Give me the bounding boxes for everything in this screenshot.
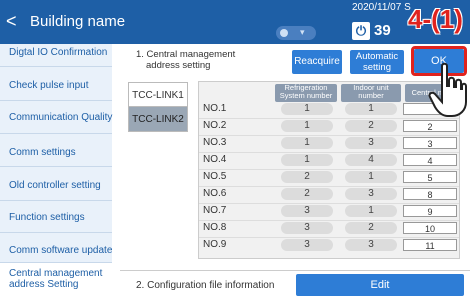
row-divider: [199, 118, 459, 119]
address-field[interactable]: 3: [403, 137, 457, 149]
row-no: NO.5: [203, 171, 227, 182]
step-annotation-label: 4-(1): [408, 4, 463, 34]
sidebar-item-central-address[interactable]: Central management address Setting: [9, 268, 109, 290]
sidebar-item-function-settings[interactable]: Function settings: [9, 212, 85, 223]
address-table[interactable]: Refrigeration System number Indoor unit …: [198, 81, 460, 259]
unit-count: 39: [374, 22, 391, 39]
row-divider: [199, 169, 459, 170]
power-icon[interactable]: ⏻: [352, 22, 370, 40]
pointing-hand-icon: [428, 62, 467, 117]
row-divider: [199, 203, 459, 204]
address-field[interactable]: 2: [403, 120, 457, 132]
toggle-dot-icon: [280, 29, 288, 37]
row-divider: [199, 135, 459, 136]
tab-tcc-link2[interactable]: TCC-LINK2: [128, 106, 188, 132]
sidebar-divider: [0, 133, 112, 134]
header-indoor-line2: number: [358, 91, 384, 100]
page-title: Building name: [30, 13, 126, 30]
row-no: NO.4: [203, 154, 227, 165]
refrig-value: 3: [281, 222, 333, 234]
refrig-value: 3: [281, 239, 333, 251]
refrig-value: 1: [281, 103, 333, 115]
row-no: NO.6: [203, 188, 227, 199]
address-field[interactable]: 5: [403, 171, 457, 183]
refrig-value: 2: [281, 188, 333, 200]
row-divider: [199, 152, 459, 153]
automatic-setting-button[interactable]: Automatic setting: [350, 50, 404, 74]
address-field[interactable]: 9: [403, 205, 457, 217]
sidebar-item-comm-quality[interactable]: Communication Quality: [9, 112, 112, 123]
sidebar-item-old-controller[interactable]: Old controller setting: [9, 180, 101, 191]
sidebar-divider: [0, 262, 112, 263]
header-refrig-line2: System number: [279, 91, 333, 100]
sidebar-divider: [0, 100, 112, 101]
tab-tcc-link1[interactable]: TCC-LINK1: [128, 82, 188, 108]
address-field[interactable]: 8: [403, 188, 457, 200]
indoor-value: 4: [345, 154, 397, 166]
automatic-setting-line2: setting: [363, 62, 391, 73]
header-indoor-unit: Indoor unit number: [341, 84, 401, 102]
sidebar-divider: [0, 232, 112, 233]
row-divider: [199, 220, 459, 221]
sidebar-divider: [0, 166, 112, 167]
indoor-value: 3: [345, 188, 397, 200]
indoor-value: 2: [345, 222, 397, 234]
row-divider: [199, 237, 459, 238]
header-refrigeration: Refrigeration System number: [275, 84, 337, 102]
sidebar-divider: [0, 200, 112, 201]
indoor-value: 2: [345, 120, 397, 132]
address-field[interactable]: 10: [403, 222, 457, 234]
dropdown-arrow-icon: ▾: [300, 27, 305, 37]
mode-toggle[interactable]: ▾: [276, 26, 316, 40]
section1-title: 1. Central management address setting: [136, 49, 235, 71]
row-no: NO.1: [203, 103, 227, 114]
row-no: NO.7: [203, 205, 227, 216]
indoor-value: 1: [345, 205, 397, 217]
indoor-value: 1: [345, 171, 397, 183]
edit-button[interactable]: Edit: [296, 274, 464, 296]
refrig-value: 1: [281, 120, 333, 132]
row-divider: [199, 186, 459, 187]
datetime-readout: 2020/11/07 S: [352, 2, 411, 13]
section2-title: 2. Configuration file information: [136, 280, 275, 291]
row-no: NO.3: [203, 137, 227, 148]
refrig-value: 1: [281, 154, 333, 166]
reacquire-button[interactable]: Reacquire: [292, 50, 342, 74]
indoor-value: 3: [345, 137, 397, 149]
indoor-value: 1: [345, 103, 397, 115]
address-field[interactable]: 4: [403, 154, 457, 166]
refrig-value: 2: [281, 171, 333, 183]
row-no: NO.2: [203, 120, 227, 131]
sidebar-item-software-update[interactable]: Comm software update: [9, 245, 112, 256]
back-button[interactable]: <: [6, 12, 17, 30]
row-no: NO.9: [203, 239, 227, 250]
sidebar-item-comm-settings[interactable]: Comm settings: [9, 147, 76, 158]
top-bar: < Building name 2020/11/07 S ▾ ⏻ 39: [0, 0, 470, 44]
refrig-value: 3: [281, 205, 333, 217]
section1-title-line2: address setting: [146, 60, 211, 71]
sidebar-divider: [0, 66, 112, 67]
sidebar-item-digital-io[interactable]: Digtal IO Confirmation: [9, 47, 107, 58]
indoor-value: 3: [345, 239, 397, 251]
address-field[interactable]: 11: [403, 239, 457, 251]
automatic-setting-line1: Automatic: [355, 51, 399, 62]
sidebar-item-pulse-input[interactable]: Check pulse input: [9, 80, 89, 91]
section1-title-line1: 1. Central management: [136, 49, 236, 60]
row-no: NO.8: [203, 222, 227, 233]
refrig-value: 1: [281, 137, 333, 149]
